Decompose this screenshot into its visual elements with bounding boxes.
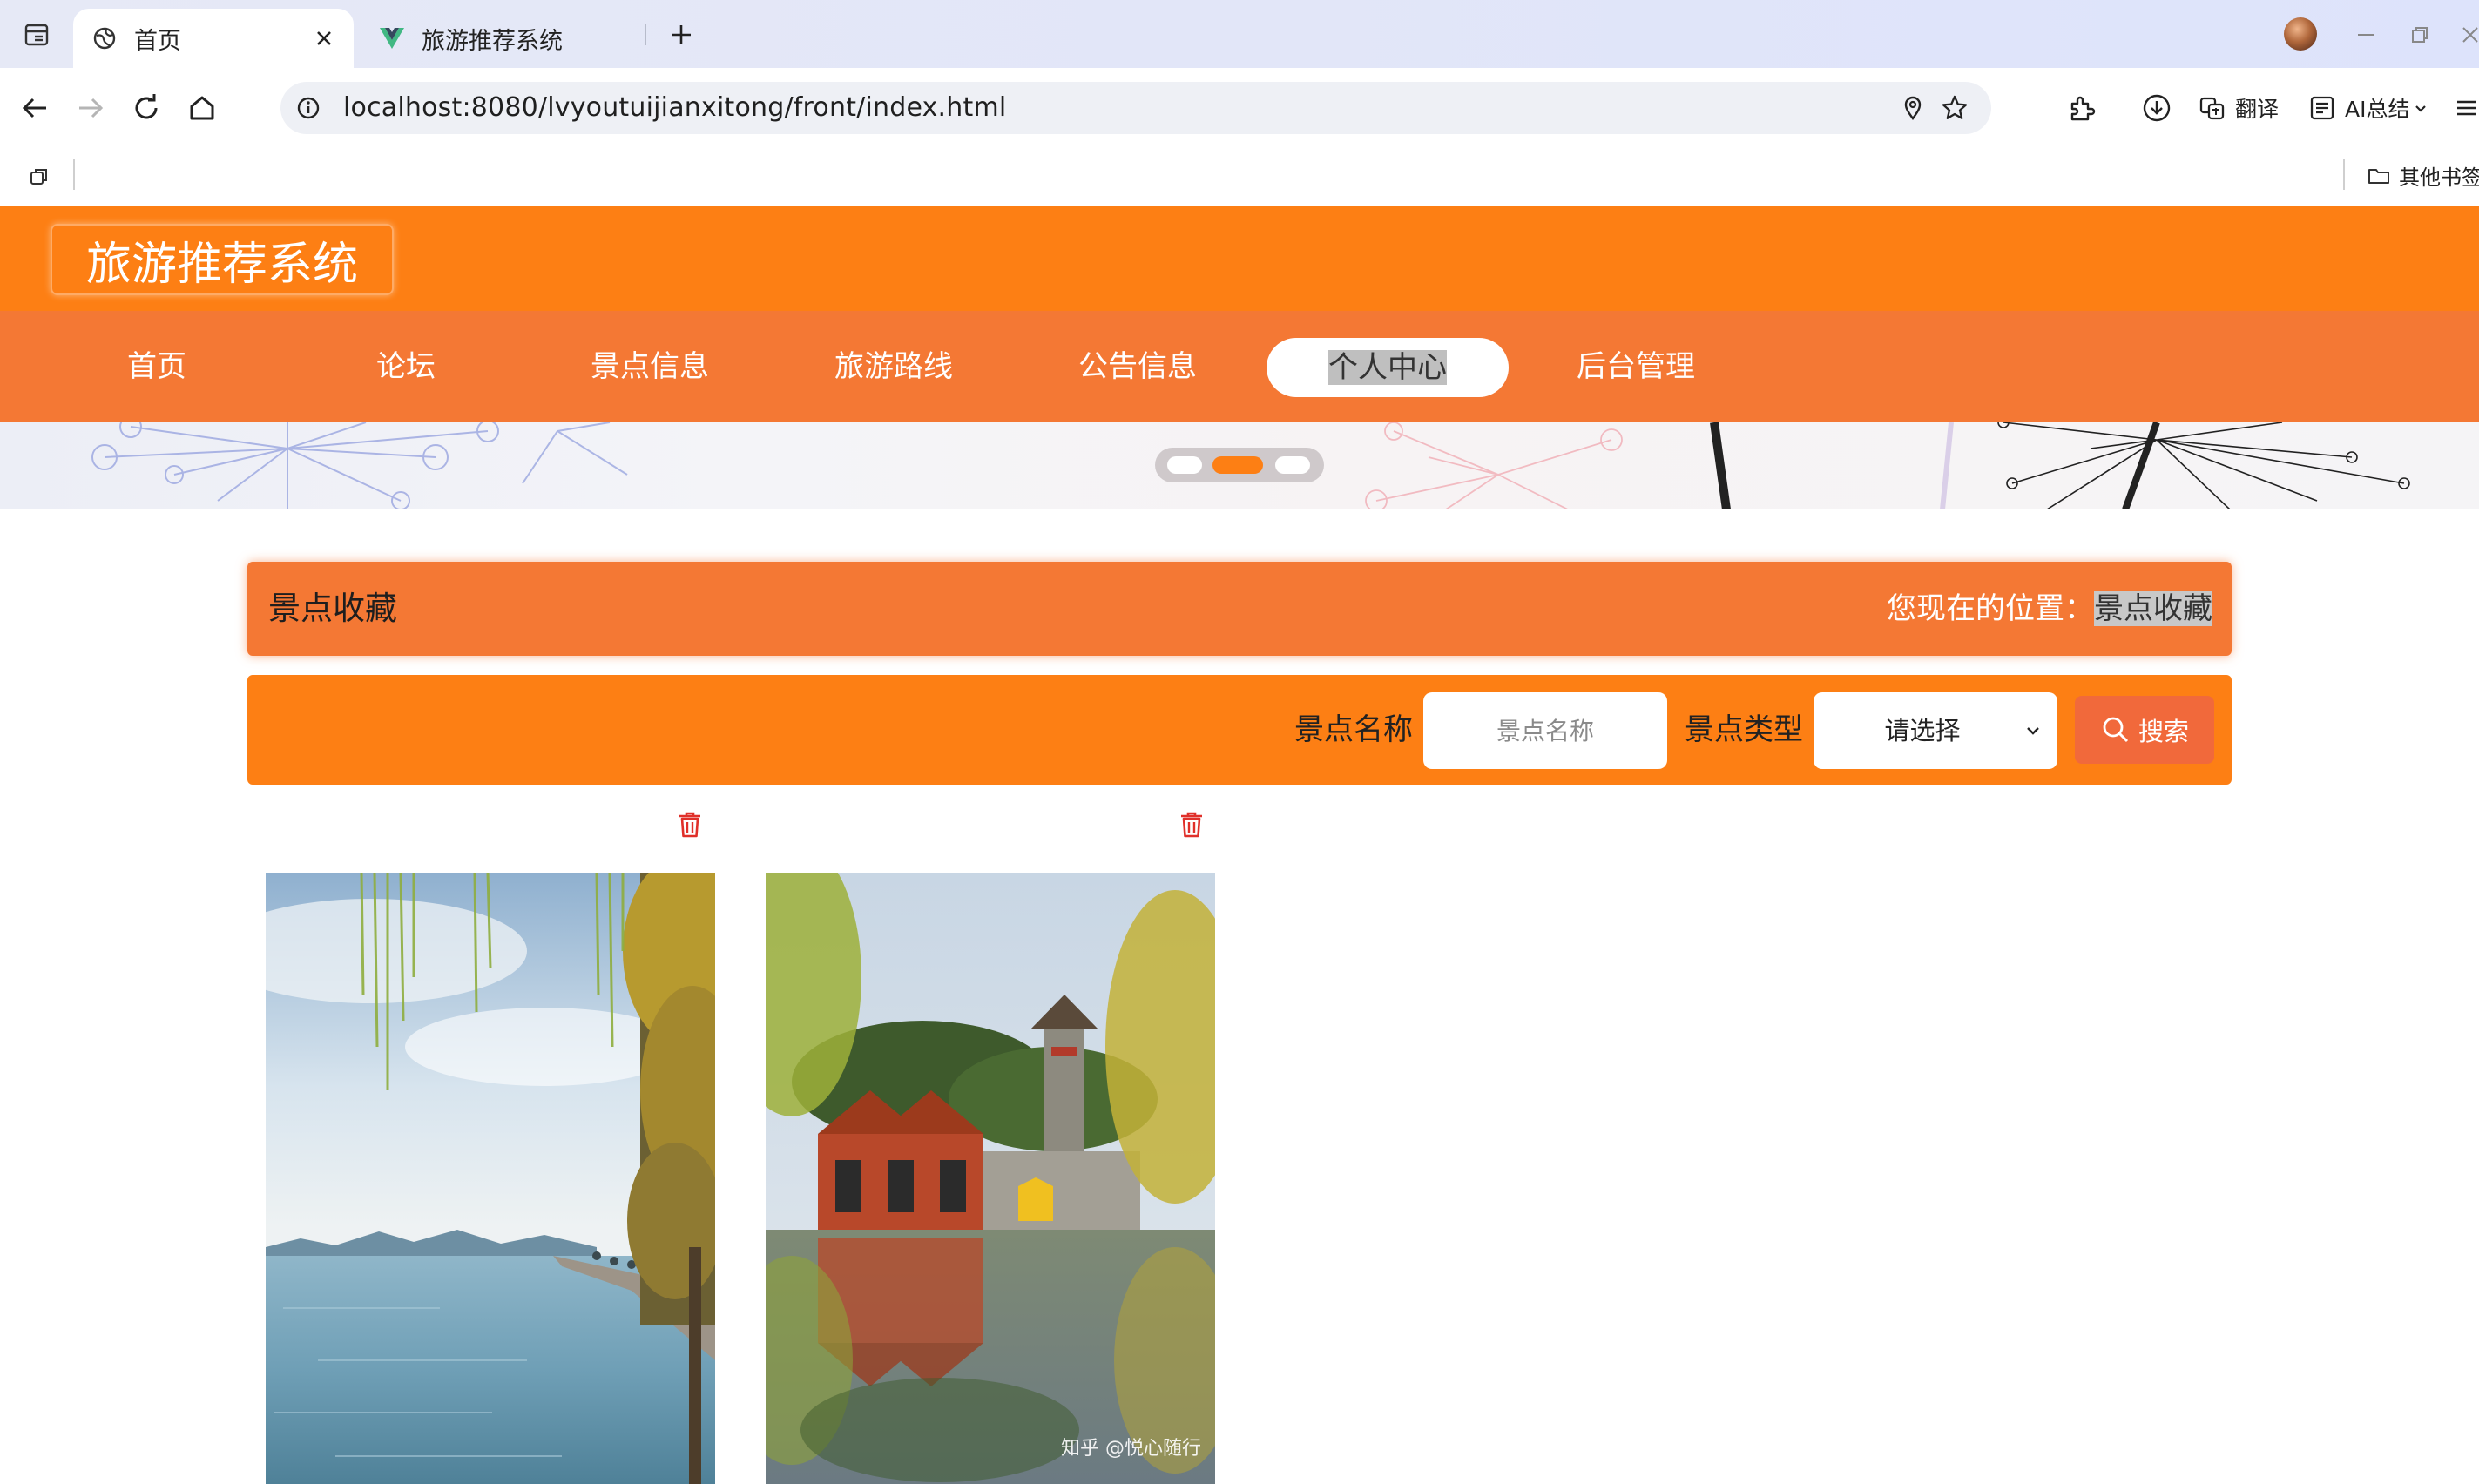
minimize-icon[interactable] (2350, 19, 2381, 51)
reload-icon[interactable] (125, 87, 167, 129)
menu-icon[interactable] (2449, 87, 2479, 129)
chevron-down-icon (2409, 91, 2432, 125)
search-button-label: 搜索 (2138, 717, 2189, 746)
main-nav: 首页 论坛 景点信息 旅游路线 公告信息 个人中心 后台管理 (0, 311, 2479, 422)
delete-trash-icon[interactable] (675, 810, 705, 840)
ai-summary-icon (2305, 91, 2340, 125)
other-bookmarks-label: 其他书签 (2399, 165, 2479, 190)
breadcrumb: 您现在的位置：景点收藏 (1887, 562, 2212, 656)
bookmarks-bar: 其他书签 (0, 148, 2479, 206)
tab-travel-system[interactable]: 旅游推荐系统 (361, 9, 648, 68)
search-bar: 景点名称 景点类型 请选择 搜索 (247, 675, 2232, 785)
browser-tab-strip: 首页 旅游推荐系统 (0, 0, 2479, 68)
nav-notices[interactable]: 公告信息 (1066, 311, 1209, 422)
attraction-type-label: 景点类型 (1685, 712, 1803, 747)
other-bookmarks[interactable]: 其他书签 (2368, 160, 2479, 191)
tab-separator (645, 24, 646, 45)
translate-label: 翻译 (2235, 97, 2280, 122)
breadcrumb-location-label: 您现在的位置： (1887, 591, 2094, 626)
tab-title: 旅游推荐系统 (422, 27, 563, 55)
nav-home[interactable]: 首页 (85, 311, 228, 422)
tab-actions-icon[interactable] (17, 16, 56, 54)
search-icon (2100, 714, 2131, 745)
back-icon[interactable] (14, 87, 56, 129)
search-button[interactable]: 搜索 (2075, 696, 2214, 764)
carousel-pagination (1155, 448, 1324, 482)
attraction-photo[interactable] (266, 873, 715, 1484)
bookmarks-divider (73, 159, 75, 190)
attraction-type-value: 请选择 (1884, 716, 1961, 745)
close-tab-icon[interactable] (310, 24, 338, 52)
vue-logo-icon (378, 24, 406, 52)
tab-groups-icon[interactable] (24, 162, 54, 192)
home-icon[interactable] (181, 87, 223, 129)
carousel-dot-3[interactable] (1275, 456, 1310, 474)
downloads-icon[interactable] (2139, 87, 2179, 129)
folder-icon (2368, 166, 2390, 186)
carousel-dot-1[interactable] (1167, 456, 1202, 474)
photo-watermark: 知乎 @悦心随行 (1061, 1438, 1201, 1460)
nav-personal-center[interactable]: 个人中心 (1267, 338, 1509, 397)
site-info-icon[interactable] (293, 92, 324, 124)
breadcrumb-current[interactable]: 景点收藏 (2094, 591, 2212, 626)
carousel-banner[interactable] (0, 422, 2479, 509)
nav-attractions[interactable]: 景点信息 (578, 311, 721, 422)
site-globe-icon (91, 24, 118, 52)
tab-home[interactable]: 首页 (73, 9, 354, 68)
ai-summary-button[interactable]: AI总结 (2305, 87, 2437, 129)
carousel-dot-2[interactable] (1212, 456, 1263, 474)
delete-trash-icon[interactable] (1177, 810, 1206, 840)
ai-summary-label: AI总结 (2345, 97, 2410, 122)
attraction-type-select[interactable]: 请选择 (1814, 692, 2057, 769)
restore-icon[interactable] (2404, 19, 2435, 51)
nav-routes[interactable]: 旅游路线 (822, 311, 965, 422)
extensions-icon[interactable] (2064, 87, 2104, 129)
site-header: 旅游推荐系统 (0, 206, 2479, 311)
location-pin-icon[interactable] (1897, 92, 1928, 124)
summer-palace-image: 知乎 @悦心随行 (766, 873, 1215, 1484)
address-bar[interactable]: localhost:8080/lvyoutuijianxitong/front/… (280, 82, 1991, 134)
browser-toolbar: localhost:8080/lvyoutuijianxitong/front/… (0, 68, 2479, 148)
bookmark-star-icon[interactable] (1939, 92, 1970, 124)
translate-icon (2195, 91, 2230, 125)
attraction-name-input[interactable] (1423, 692, 1667, 769)
attraction-photo[interactable]: 知乎 @悦心随行 (766, 873, 1215, 1484)
translate-button[interactable]: 翻译 (2195, 87, 2279, 129)
lake-willow-image (266, 873, 715, 1484)
address-url: localhost:8080/lvyoutuijianxitong/front/… (343, 92, 1007, 123)
tab-title: 首页 (134, 27, 181, 55)
nav-admin[interactable]: 后台管理 (1564, 311, 1707, 422)
new-tab-icon[interactable] (664, 17, 699, 52)
site-logo[interactable]: 旅游推荐系统 (51, 224, 394, 295)
breadcrumb-bar: 景点收藏 您现在的位置：景点收藏 (247, 562, 2232, 656)
forward-icon[interactable] (70, 87, 111, 129)
bookmarks-divider (2343, 159, 2345, 190)
nav-personal-center-label: 个人中心 (1328, 350, 1447, 385)
close-window-icon[interactable] (2455, 19, 2479, 51)
nav-forum[interactable]: 论坛 (334, 311, 477, 422)
profile-avatar[interactable] (2284, 17, 2317, 51)
chevron-down-icon (2021, 718, 2045, 743)
page-title: 景点收藏 (268, 590, 397, 627)
attraction-name-label: 景点名称 (1294, 712, 1413, 747)
